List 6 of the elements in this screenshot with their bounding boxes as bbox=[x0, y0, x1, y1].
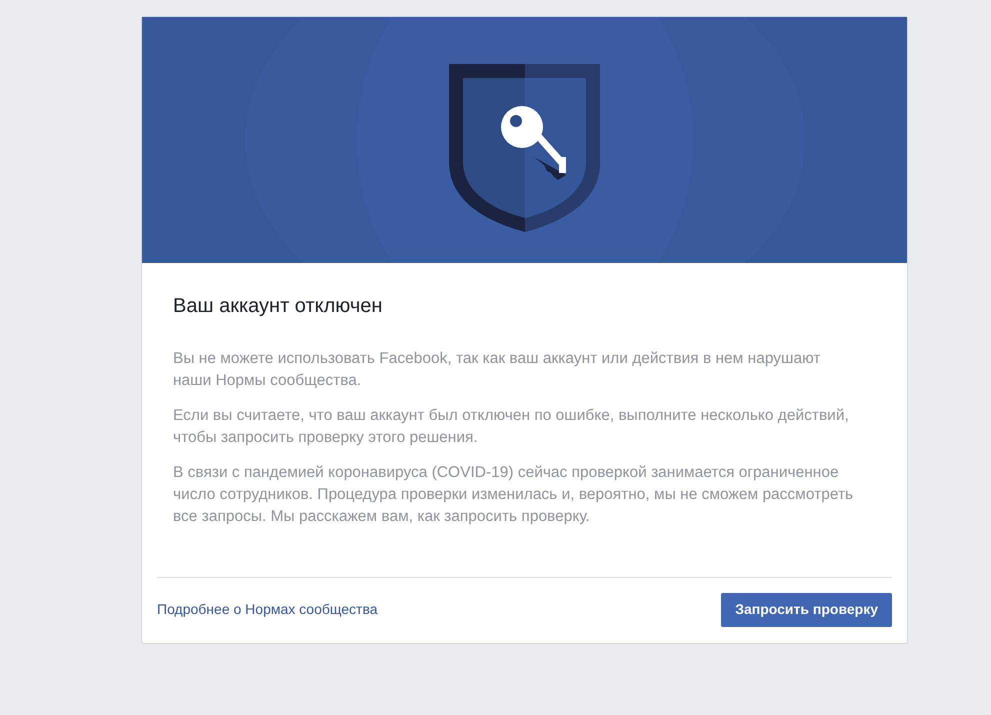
request-review-button[interactable]: Запросить проверку bbox=[721, 592, 892, 626]
message-paragraph: В связи с пандемией коронавируса (COVID-19) сейчас проверкой занимается ограниченное число сотрудников. Процедура проверки изменилась и, вероятно, мы не сможем рассмотреть все запросы. Мы расскажем вам, как запросить проверку. bbox=[173, 463, 854, 527]
community-standards-link[interactable]: Подробнее о Нормах сообщества bbox=[157, 599, 378, 620]
message-paragraph: Вы не можете использовать Facebook, так как ваш аккаунт или действия в нем нарушают наши Нормы сообщества. bbox=[173, 349, 822, 391]
message-paragraph: Если вы считаете, что ваш аккаунт был отключен по ошибке, выполните несколько действий, чтобы запросить проверку этого решения. bbox=[173, 406, 850, 448]
dialog-title: Ваш аккаунт отключен bbox=[173, 294, 384, 319]
